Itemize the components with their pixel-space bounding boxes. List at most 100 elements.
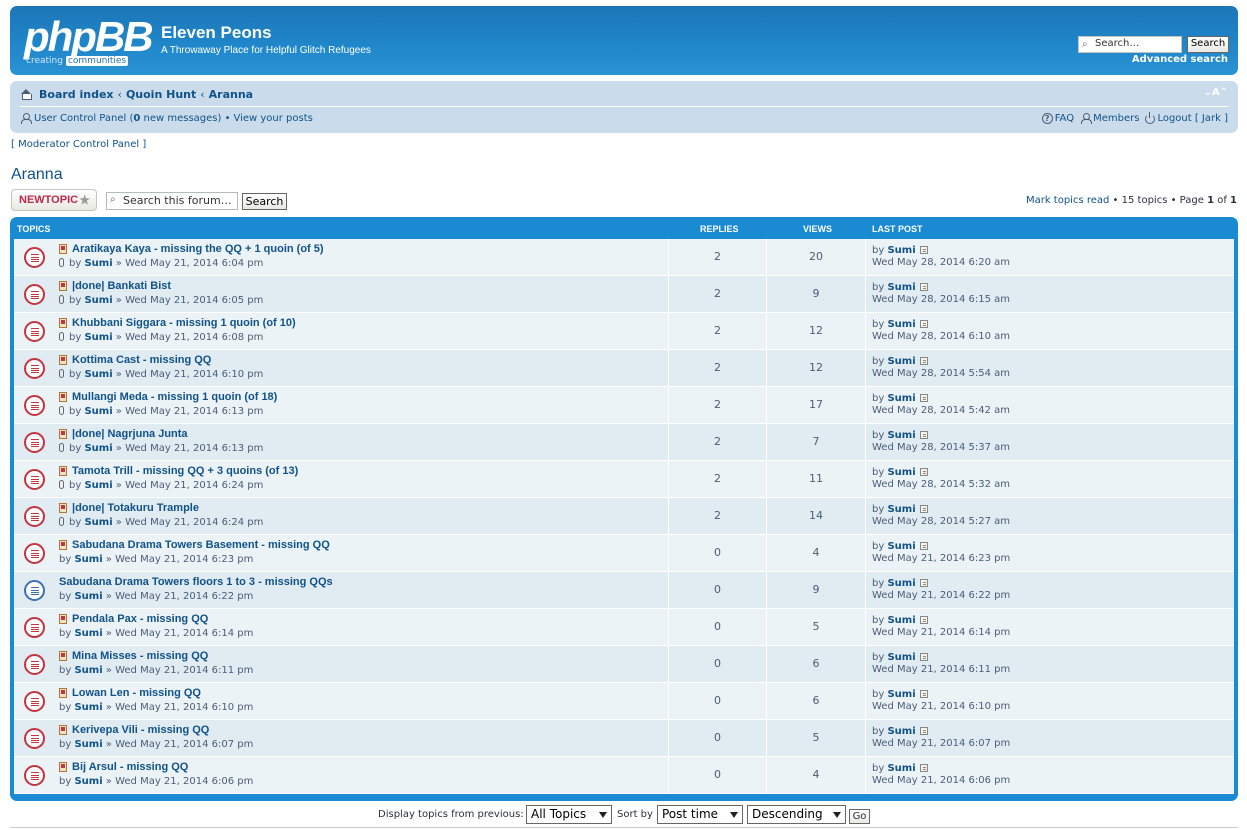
last-post-author-link[interactable]: Sumi (887, 541, 915, 552)
topic-title-link[interactable]: Sabudana Drama Towers Basement - missing… (72, 539, 330, 551)
new-post-icon[interactable] (59, 392, 67, 402)
new-post-icon[interactable] (59, 540, 67, 550)
topic-title-link[interactable]: Kottima Cast - missing QQ (72, 354, 211, 366)
table-row[interactable]: |done| Totakuru Trample by Sumi » Wed May… (14, 498, 1234, 535)
table-row[interactable]: Pendala Pax - missing QQ by Sumi » Wed Ma… (14, 609, 1234, 646)
site-title[interactable]: Eleven Peons (161, 23, 272, 43)
moderator-control-panel-link[interactable]: [ Moderator Control Panel ] (11, 139, 146, 150)
logout-link[interactable]: Logout [ Jark ] (1145, 111, 1228, 124)
table-row[interactable]: |done| Bankati Bist by Sumi » Wed May 21,… (14, 276, 1234, 313)
new-post-icon[interactable] (59, 503, 67, 513)
topic-author-link[interactable]: Sumi (74, 591, 102, 602)
advanced-search-link[interactable]: Advanced search (1132, 54, 1228, 65)
new-post-icon[interactable] (59, 688, 67, 698)
topic-title-link[interactable]: |done| Totakuru Trample (72, 502, 199, 514)
topic-author-link[interactable]: Sumi (74, 739, 102, 750)
topic-title-link[interactable]: |done| Bankati Bist (72, 280, 171, 292)
header-search-input[interactable]: ⌕ Search… (1078, 36, 1182, 53)
topic-author-link[interactable]: Sumi (84, 258, 112, 269)
topic-author-link[interactable]: Sumi (84, 332, 112, 343)
topic-author-link[interactable]: Sumi (84, 480, 112, 491)
view-latest-post-icon[interactable] (919, 727, 928, 735)
breadcrumb-aranna[interactable]: Aranna (209, 88, 253, 101)
last-post-author-link[interactable]: Sumi (887, 430, 915, 441)
table-row[interactable]: Tamota Trill - missing QQ + 3 quoins (of… (14, 461, 1234, 498)
table-row[interactable]: Sabudana Drama Towers Basement - missing… (14, 535, 1234, 572)
last-post-author-link[interactable]: Sumi (887, 282, 915, 293)
topic-author-link[interactable]: Sumi (74, 554, 102, 565)
view-latest-post-icon[interactable] (919, 579, 928, 587)
forum-search-button[interactable]: Search (242, 193, 287, 210)
faq-link[interactable]: ? FAQ (1041, 113, 1074, 124)
header-search-button[interactable]: Search (1187, 36, 1229, 53)
topic-title-link[interactable]: Lowan Len - missing QQ (72, 687, 201, 699)
view-latest-post-icon[interactable] (919, 431, 928, 439)
topic-author-link[interactable]: Sumi (84, 295, 112, 306)
topic-title-link[interactable]: |done| Nagrjuna Junta (72, 428, 188, 440)
table-row[interactable]: Bij Arsul - missing QQ by Sumi » Wed May … (14, 757, 1234, 794)
last-post-author-link[interactable]: Sumi (887, 504, 915, 515)
topic-title-link[interactable]: Mullangi Meda - missing 1 quoin (of 18) (72, 391, 277, 403)
new-post-icon[interactable] (59, 614, 67, 624)
topic-author-link[interactable]: Sumi (84, 443, 112, 454)
table-row[interactable]: Aratikaya Kaya - missing the QQ + 1 quoi… (14, 239, 1234, 276)
last-post-author-link[interactable]: Sumi (887, 689, 915, 700)
last-post-author-link[interactable]: Sumi (887, 319, 915, 330)
view-latest-post-icon[interactable] (919, 394, 928, 402)
view-latest-post-icon[interactable] (919, 690, 928, 698)
new-topic-button[interactable]: NEWTOPIC ★ (11, 189, 97, 211)
last-post-author-link[interactable]: Sumi (887, 726, 915, 737)
display-topics-select[interactable]: All Topics (526, 805, 612, 824)
new-post-icon[interactable] (59, 651, 67, 661)
last-post-author-link[interactable]: Sumi (887, 615, 915, 626)
topic-title-link[interactable]: Mina Misses - missing QQ (72, 650, 208, 662)
table-row[interactable]: Sabudana Drama Towers floors 1 to 3 - mi… (14, 572, 1234, 609)
table-row[interactable]: Kerivepa Vili - missing QQ by Sumi » Wed … (14, 720, 1234, 757)
new-post-icon[interactable] (59, 244, 67, 254)
ucp-link[interactable]: User Control Panel (0 new messages) • (34, 113, 230, 124)
new-post-icon[interactable] (59, 355, 67, 365)
topic-title-link[interactable]: Bij Arsul - missing QQ (72, 761, 188, 773)
view-latest-post-icon[interactable] (919, 764, 928, 772)
view-latest-post-icon[interactable] (919, 283, 928, 291)
go-button[interactable]: Go (849, 809, 870, 824)
table-row[interactable]: Lowan Len - missing QQ by Sumi » Wed May … (14, 683, 1234, 720)
table-row[interactable]: Mullangi Meda - missing 1 quoin (of 18) b… (14, 387, 1234, 424)
topic-author-link[interactable]: Sumi (84, 517, 112, 528)
table-row[interactable]: Mina Misses - missing QQ by Sumi » Wed Ma… (14, 646, 1234, 683)
font-size-toggle[interactable]: ⌄A⌃ (1204, 87, 1229, 98)
new-post-icon[interactable] (59, 281, 67, 291)
table-row[interactable]: Khubbani Siggara - missing 1 quoin (of 1… (14, 313, 1234, 350)
new-post-icon[interactable] (59, 429, 67, 439)
topic-title-link[interactable]: Khubbani Siggara - missing 1 quoin (of 1… (72, 317, 296, 329)
new-post-icon[interactable] (59, 318, 67, 328)
view-latest-post-icon[interactable] (919, 542, 928, 550)
mark-topics-read-link[interactable]: Mark topics read (1026, 195, 1109, 206)
topic-title-link[interactable]: Pendala Pax - missing QQ (72, 613, 208, 625)
last-post-author-link[interactable]: Sumi (887, 578, 915, 589)
site-logo[interactable]: phpBB creating communities (24, 16, 154, 66)
topic-author-link[interactable]: Sumi (84, 406, 112, 417)
last-post-author-link[interactable]: Sumi (887, 393, 915, 404)
table-row[interactable]: Kottima Cast - missing QQ by Sumi » Wed M… (14, 350, 1234, 387)
view-latest-post-icon[interactable] (919, 246, 928, 254)
last-post-author-link[interactable]: Sumi (887, 652, 915, 663)
view-posts-link[interactable]: View your posts (233, 113, 312, 124)
new-post-icon[interactable] (59, 725, 67, 735)
topic-title-link[interactable]: Sabudana Drama Towers floors 1 to 3 - mi… (59, 576, 333, 588)
forum-search-input[interactable]: ⌕ Search this forum… (106, 192, 238, 210)
view-latest-post-icon[interactable] (919, 320, 928, 328)
topic-author-link[interactable]: Sumi (74, 628, 102, 639)
last-post-author-link[interactable]: Sumi (887, 763, 915, 774)
last-post-author-link[interactable]: Sumi (887, 245, 915, 256)
view-latest-post-icon[interactable] (919, 357, 928, 365)
topic-author-link[interactable]: Sumi (74, 776, 102, 787)
topic-author-link[interactable]: Sumi (84, 369, 112, 380)
view-latest-post-icon[interactable] (919, 505, 928, 513)
topic-author-link[interactable]: Sumi (74, 702, 102, 713)
table-row[interactable]: |done| Nagrjuna Junta by Sumi » Wed May 2… (14, 424, 1234, 461)
last-post-author-link[interactable]: Sumi (887, 467, 915, 478)
breadcrumb-board-index[interactable]: Board index (39, 88, 114, 101)
topic-author-link[interactable]: Sumi (74, 665, 102, 676)
topic-title-link[interactable]: Tamota Trill - missing QQ + 3 quoins (of… (72, 465, 298, 477)
